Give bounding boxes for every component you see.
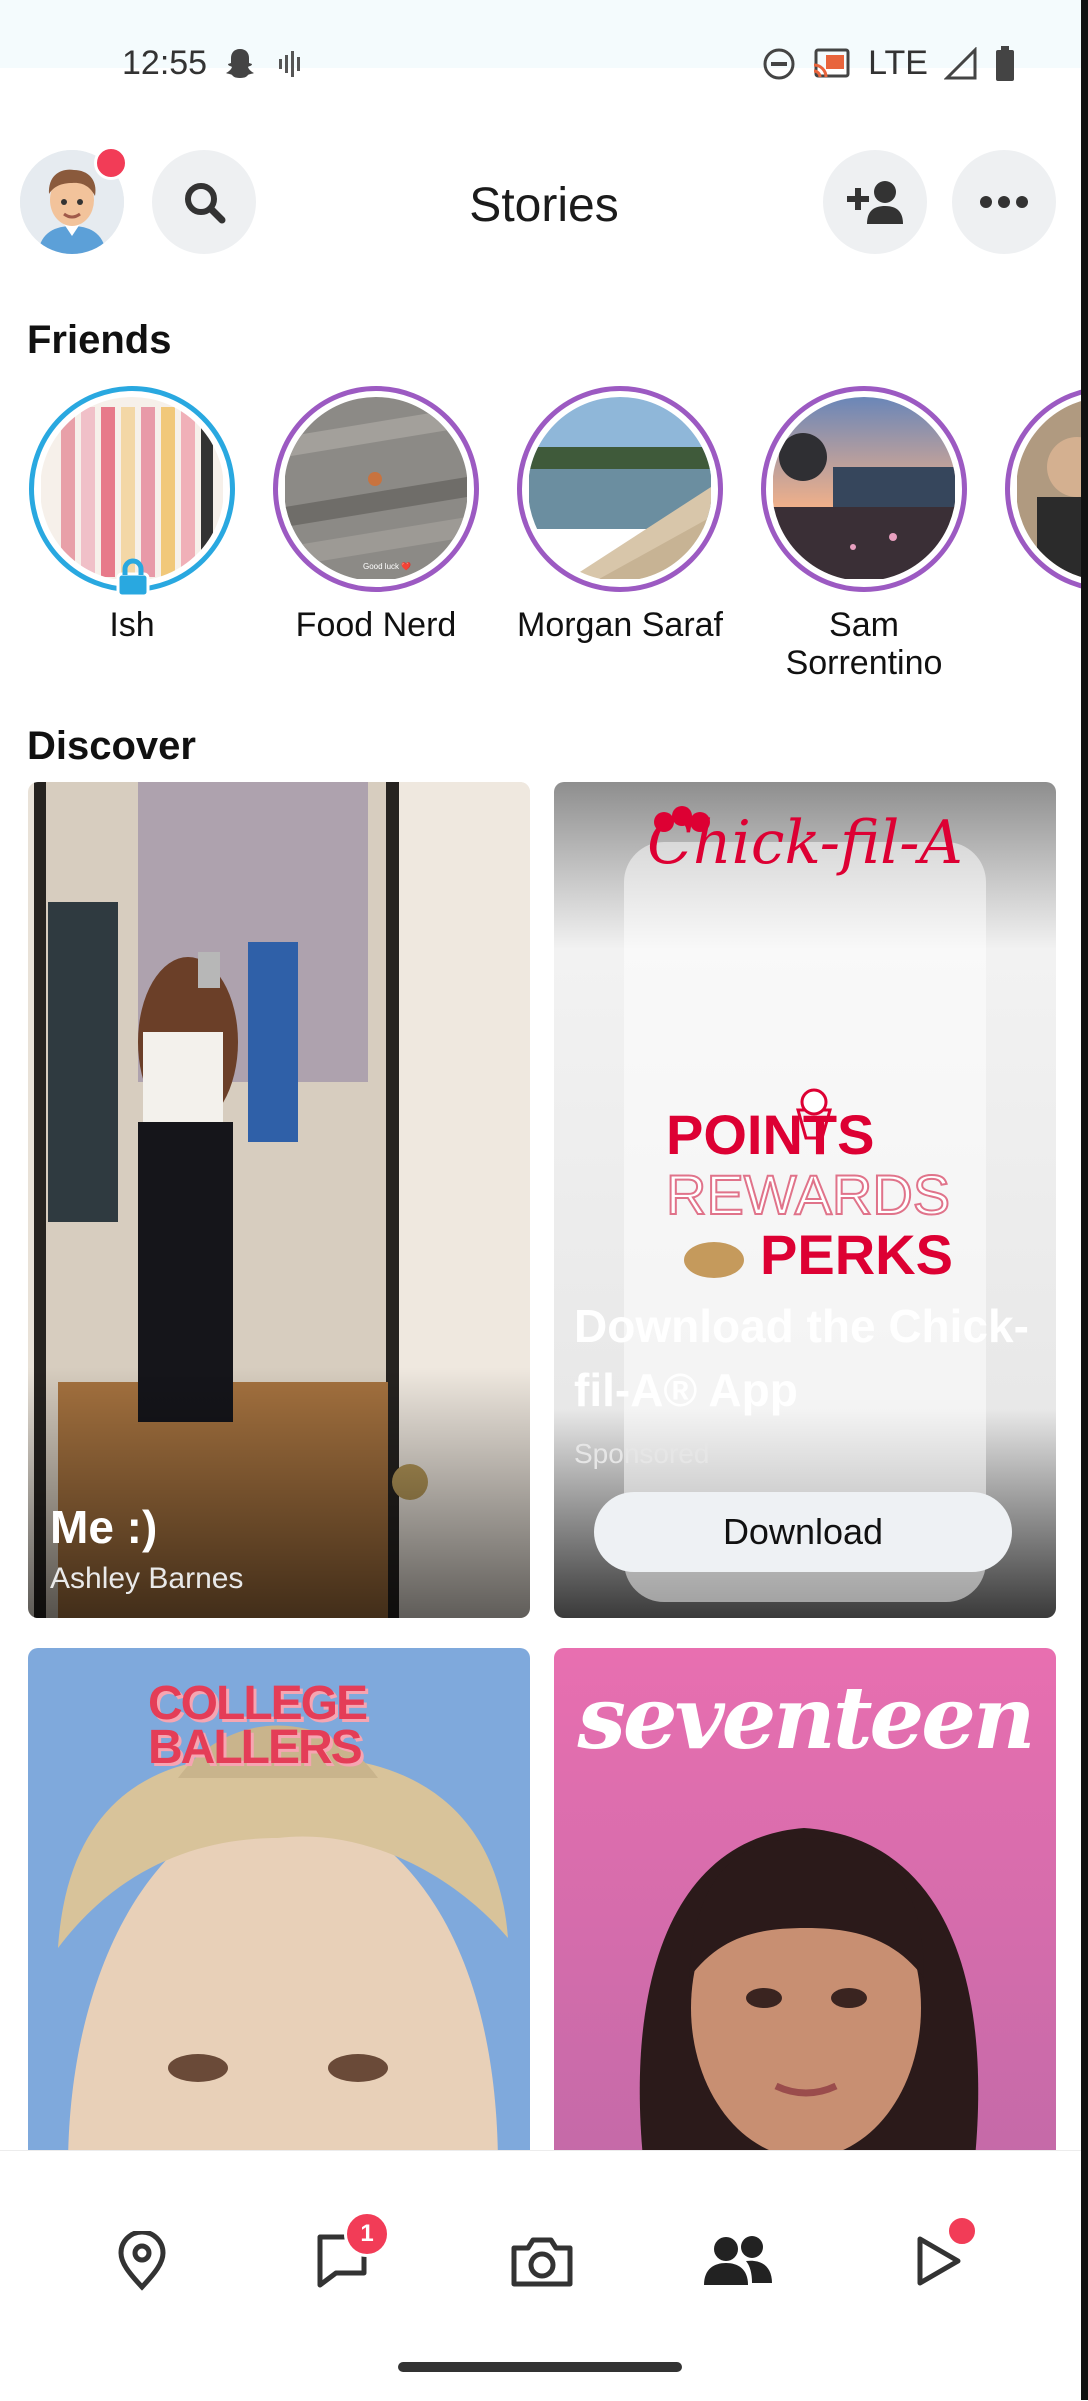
avatar-notification-dot [94,146,128,180]
story-ish[interactable]: Ish [22,386,242,644]
story-ring [1005,386,1088,592]
discover-card-me[interactable]: Me :) Ashley Barnes [28,782,530,1618]
story-food-nerd[interactable]: Good luck ❤️ Food Nerd [266,386,486,644]
story-ring [761,386,967,592]
story-thumb-caption: Good luck ❤️ [363,562,411,571]
status-time: 12:55 [122,44,208,82]
nav-camera[interactable] [502,2221,582,2301]
download-button[interactable]: Download [594,1492,1012,1572]
discover-section-title: Discover [27,724,196,768]
story-morgan-saraf[interactable]: Morgan Saraf [510,386,730,644]
ad-rewards: REWARDS [665,1162,951,1227]
nav-map[interactable] [102,2221,182,2301]
story-ring: Good luck ❤️ [273,386,479,592]
story-name: Ish [109,606,155,644]
card-subtitle: Ashley Barnes [50,1562,244,1595]
story-thumbnail [772,397,956,581]
discover-card-seventeen[interactable]: seventeen [554,1648,1056,2168]
chickfila-logo: Chick-fil-A [647,808,963,878]
story-name: Ki [998,606,1088,644]
spotlight-notification-dot [946,2215,978,2247]
add-friend-icon [847,181,903,224]
friends-icon [704,2236,772,2285]
story-ring [517,386,723,592]
ad-points: POINTS [666,1103,875,1166]
status-left-icons [222,44,306,84]
story-name: Sam Sorrentino [785,606,943,682]
header: Stories [0,140,1088,260]
story-sam-sorrentino[interactable]: Sam Sorrentino [754,386,974,682]
home-indicator[interactable] [398,2362,682,2372]
network-type: LTE [868,44,928,82]
nav-spotlight[interactable] [898,2215,978,2301]
discover-card-chickfila-ad[interactable]: Chick-fil-A POINTS REWARDS PERKS Downloa… [554,782,1056,1618]
friends-stories-row: Ish Good luck ❤️ Food Nerd Morgan Saraf … [0,386,1088,686]
discover-card-college-ballers[interactable]: COLLEGE BALLERS [28,1648,530,2168]
nav-stories[interactable] [698,2221,778,2301]
chat-unread-badge: 1 [344,2211,390,2257]
camera-icon [511,2237,573,2287]
sponsored-label: Sponsored [574,1438,710,1469]
story-name: Food Nerd [295,606,457,644]
ad-perks: PERKS [760,1223,953,1286]
do-not-disturb-icon [763,48,795,79]
more-options-button[interactable] [952,150,1056,254]
nav-chat[interactable]: 1 [302,2211,390,2301]
status-right: LTE [762,44,1016,83]
status-bar: 12:55 LTE [0,0,1088,82]
add-friend-button[interactable] [823,150,927,254]
story-thumbnail: Good luck ❤️ [284,397,468,581]
screen-edge [1081,0,1088,2400]
card-image [28,782,530,1618]
snapchat-ghost-icon [226,49,254,78]
story-ki[interactable]: Ki [998,386,1088,644]
story-name: Morgan Saraf [517,606,723,644]
story-thumbnail [40,397,224,581]
card-title: Download the Chick-fil-A® App [574,1300,1029,1416]
cast-icon [813,48,850,77]
card-overlay-text: COLLEGE BALLERS [148,1677,368,1774]
friends-section-title: Friends [27,318,172,362]
voicemail-icon [279,51,300,77]
map-pin-icon [118,2231,166,2291]
story-thumbnail [1016,397,1088,581]
more-dots-icon [980,196,1028,208]
story-thumbnail [528,397,712,581]
card-overlay-text: seventeen [577,1668,1035,1769]
signal-icon [944,46,977,79]
lock-icon [116,558,150,598]
card-title: Me :) [50,1501,158,1553]
battery-icon [996,45,1014,81]
